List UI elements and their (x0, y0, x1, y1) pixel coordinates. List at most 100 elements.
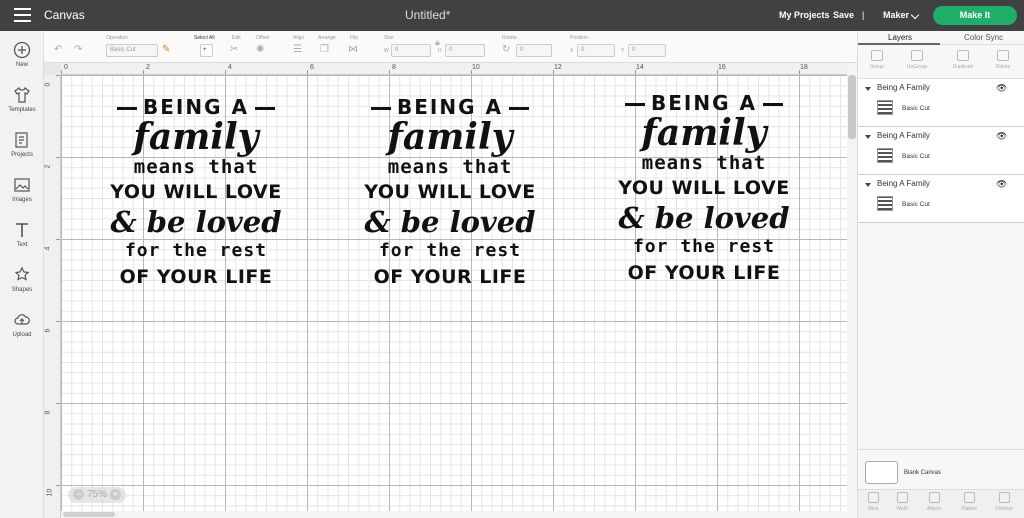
ruler-top-label: 2 (146, 64, 150, 71)
y-label: Y (621, 48, 625, 54)
tshirt-icon (14, 87, 30, 103)
vertical-scrollbar[interactable] (847, 63, 857, 518)
machine-select[interactable]: Maker (883, 10, 909, 20)
horizontal-scrollbar[interactable] (61, 511, 847, 518)
layers-panel: Layers Color Sync Group UnGroup Duplicat… (857, 31, 1024, 518)
align-icon[interactable]: ☰ (293, 45, 305, 55)
chevron-down-icon[interactable] (910, 10, 920, 20)
horizontal-scroll-thumb[interactable] (63, 512, 115, 517)
offset-icon[interactable]: ✺ (256, 45, 268, 55)
save-button[interactable]: Save (833, 10, 854, 20)
nav-images[interactable]: Images (0, 176, 44, 203)
make-it-button[interactable]: Make It (933, 6, 1017, 25)
width-label: W (384, 48, 389, 54)
ruler-left-label: 8 (44, 410, 52, 415)
scissors-icon[interactable]: ✂ (230, 45, 242, 55)
align-label: Align (293, 35, 305, 41)
weld-button[interactable]: Weld (887, 492, 917, 512)
expand-caret-icon[interactable] (865, 87, 871, 91)
position-label: Position (570, 35, 588, 41)
ruler-left-label: 2 (44, 164, 52, 169)
x-input[interactable]: 0 (577, 44, 615, 57)
blank-canvas-swatch[interactable] (865, 461, 898, 484)
flatten-button[interactable]: Flatten (954, 492, 984, 512)
separator: | (862, 10, 865, 20)
group-button[interactable]: Group (862, 50, 892, 70)
vertical-scroll-thumb[interactable] (848, 75, 856, 139)
height-input[interactable]: 0 (445, 44, 485, 57)
width-input[interactable]: 0 (391, 44, 431, 57)
ungroup-icon (911, 50, 923, 61)
ungroup-button[interactable]: UnGroup (902, 50, 932, 70)
contour-icon (998, 492, 1010, 503)
my-projects-link[interactable]: My Projects (779, 10, 830, 20)
cloud-upload-icon (14, 314, 30, 325)
quote-line-family: family (387, 116, 513, 158)
duplicate-label: Duplicate (952, 64, 974, 70)
ruler-top-label: 12 (554, 64, 562, 71)
zoom-in-button[interactable]: + (109, 488, 121, 500)
document-title[interactable]: Untitled* (405, 8, 450, 22)
nav-projects[interactable]: Projects (0, 131, 44, 158)
quote-line-loved: & be loved (110, 205, 282, 239)
redo-icon[interactable]: ↷ (74, 45, 86, 55)
bottom-tools: Slice Weld Attach Flatten Contour (858, 489, 1024, 518)
weld-icon (896, 492, 908, 503)
tab-color-sync[interactable]: Color Sync (964, 33, 1003, 42)
ruler-left: 0 2 4 6 8 10 (44, 75, 61, 518)
undo-icon[interactable]: ↶ (54, 45, 66, 55)
delete-button[interactable]: Delete (988, 50, 1018, 70)
layer-item[interactable]: Being A Family 👁︎ Basic Cut (858, 127, 1024, 175)
duplicate-icon (957, 50, 969, 61)
group-icon (871, 50, 883, 61)
expand-caret-icon[interactable] (865, 135, 871, 139)
ruler-top-label: 0 (64, 64, 68, 71)
blank-canvas-row[interactable]: Blank Canvas (858, 449, 1024, 489)
layer-item[interactable]: Being A Family 👁︎ Basic Cut (858, 175, 1024, 223)
operation-select[interactable]: Basic Cut (106, 44, 158, 57)
contour-button[interactable]: Contour (989, 492, 1019, 512)
slice-button[interactable]: Slice (858, 492, 888, 512)
zoom-control: − 75% + (68, 487, 126, 503)
ruler-left-label: 4 (44, 246, 52, 251)
design-being-a-family-1[interactable]: BEING A family means that YOU WILL LOVE … (86, 95, 306, 291)
ruler-top-label: 16 (718, 64, 726, 71)
nav-text[interactable]: Text (0, 221, 44, 248)
nav-new-label: New (15, 62, 28, 68)
tab-layers[interactable]: Layers (888, 33, 912, 42)
hamburger-menu-icon[interactable] (14, 8, 31, 22)
pen-icon[interactable]: ✎ (162, 45, 174, 55)
edit-toolbar: ↶ ↷ Operation Basic Cut ✎ Select All + E… (44, 31, 857, 63)
ruler-left-label: 10 (46, 488, 54, 497)
eye-icon[interactable]: 👁︎ (996, 179, 1007, 190)
design-being-a-family-2[interactable]: BEING A family means that YOU WILL LOVE … (340, 95, 560, 291)
layer-item[interactable]: Being A Family 👁︎ Basic Cut (858, 79, 1024, 127)
nav-new[interactable]: New (0, 41, 44, 68)
layer-operation: Basic Cut (902, 201, 930, 208)
expand-caret-icon[interactable] (865, 183, 871, 187)
nav-templates[interactable]: Templates (0, 86, 44, 113)
panel-tabs: Layers Color Sync (858, 31, 1024, 45)
select-all-button[interactable]: + (200, 44, 213, 57)
layer-name: Being A Family (877, 131, 930, 140)
ruler-left-label: 0 (44, 82, 52, 87)
duplicate-button[interactable]: Duplicate (948, 50, 978, 70)
zoom-out-button[interactable]: − (73, 488, 85, 500)
eye-icon[interactable]: 👁︎ (996, 83, 1007, 94)
weld-label: Weld (896, 506, 908, 512)
design-being-a-family-3[interactable]: BEING A family means that YOU WILL LOVE … (594, 91, 814, 287)
attach-button[interactable]: Attach (919, 492, 949, 512)
layer-thumbnail (877, 196, 893, 211)
quote-line-life: OF YOUR LIFE (373, 266, 527, 288)
rotate-input[interactable]: 0 (516, 44, 552, 57)
flatten-icon (963, 492, 975, 503)
arrange-icon[interactable]: ❐ (320, 45, 332, 55)
eye-icon[interactable]: 👁︎ (996, 131, 1007, 142)
nav-upload[interactable]: Upload (0, 311, 44, 338)
nav-shapes[interactable]: Shapes (0, 266, 44, 293)
flip-icon[interactable]: ⋈ (348, 45, 360, 55)
x-label: X (570, 48, 574, 54)
offset-label: Offset (256, 35, 270, 41)
group-label: Group (870, 64, 884, 70)
y-input[interactable]: 0 (628, 44, 666, 57)
